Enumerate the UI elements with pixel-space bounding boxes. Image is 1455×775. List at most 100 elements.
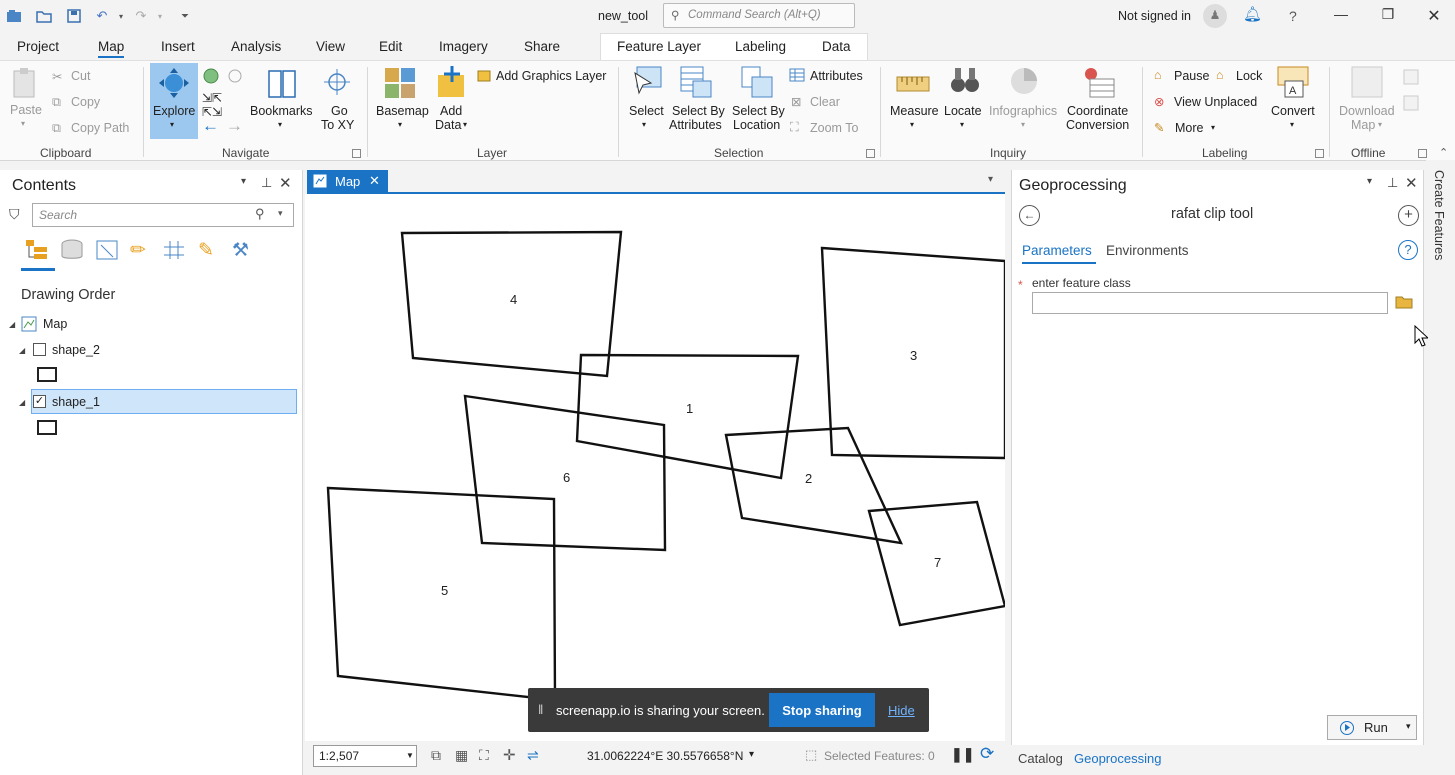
pause-button[interactable]: Pause <box>1174 69 1209 83</box>
contents-menu-icon[interactable]: ▾ <box>241 176 246 187</box>
clear-button[interactable]: Clear <box>810 95 840 109</box>
measure-button[interactable]: Measure <box>890 104 939 118</box>
select-by-attributes-icon[interactable] <box>679 65 713 102</box>
drag-handle-icon[interactable]: ‖ <box>538 702 543 717</box>
pause-drawing-icon[interactable]: ❚❚ <box>951 746 974 763</box>
select-button[interactable]: Select <box>629 104 664 118</box>
lock-button[interactable]: Lock <box>1236 69 1262 83</box>
more-button[interactable]: More <box>1175 121 1203 135</box>
shape-2-visibility-checkbox[interactable] <box>33 343 46 356</box>
goto-xy-button-line1[interactable]: Go <box>331 104 348 118</box>
help-button[interactable]: ? <box>1289 8 1297 24</box>
coordinate-conversion-icon[interactable] <box>1082 65 1116 102</box>
offline-launcher-icon[interactable] <box>1418 149 1427 158</box>
select-by-attributes-line1[interactable]: Select By <box>672 104 725 118</box>
tab-geoprocessing[interactable]: Geoprocessing <box>1074 751 1161 766</box>
shape-2-symbol[interactable] <box>37 367 57 382</box>
tab-view[interactable]: View <box>316 39 345 54</box>
convert-button[interactable]: Convert <box>1271 104 1315 118</box>
zoom-to-button[interactable]: Zoom To <box>810 121 858 135</box>
undo-dropdown-icon[interactable]: ▾ <box>116 7 126 25</box>
bookmarks-dropdown-icon[interactable]: ▾ <box>278 118 282 132</box>
add-graphics-layer-button[interactable]: Add Graphics Layer <box>496 69 606 83</box>
list-by-perspective-icon[interactable]: ⚒ <box>232 239 249 262</box>
selected-features-count[interactable]: Selected Features: 0 <box>824 749 935 763</box>
stop-sharing-button[interactable]: Stop sharing <box>769 693 875 727</box>
notification-bell-icon[interactable]: 🔔︎ <box>1243 5 1262 23</box>
infographics-button[interactable]: Infographics <box>989 104 1057 118</box>
more-dropdown-icon[interactable]: ▾ <box>1211 123 1215 132</box>
tab-environments[interactable]: Environments <box>1106 243 1189 258</box>
add-data-dropdown-icon[interactable]: ▾ <box>463 118 467 132</box>
select-by-attributes-line2[interactable]: Attributes <box>669 118 722 132</box>
list-by-labeling-icon[interactable]: ✎ <box>198 239 214 262</box>
map-extent-icon[interactable]: ⧉ <box>431 747 441 764</box>
map-canvas[interactable]: 4 3 1 6 2 7 5 <box>305 194 1005 741</box>
basemap-dropdown-icon[interactable]: ▾ <box>398 118 402 132</box>
select-by-location-line1[interactable]: Select By <box>732 104 785 118</box>
convert-dropdown-icon[interactable]: ▾ <box>1290 118 1294 132</box>
refresh-icon[interactable]: ⟳ <box>980 744 994 764</box>
tab-feature-layer[interactable]: Feature Layer <box>617 39 701 54</box>
scale-select[interactable]: 1:2,507 ▼ <box>313 745 417 767</box>
attributes-button[interactable]: Attributes <box>810 69 863 83</box>
add-data-icon[interactable] <box>436 65 468 102</box>
list-by-editing-icon[interactable]: ✏ <box>130 239 146 262</box>
close-contents-icon[interactable]: ✕ <box>279 174 292 192</box>
create-features-tab[interactable]: Create Features <box>1432 170 1446 260</box>
coordinate-format-dropdown-icon[interactable]: ▾ <box>749 749 754 760</box>
customize-qat-icon[interactable]: ⏷ <box>178 7 192 25</box>
infographics-dropdown-icon[interactable]: ▾ <box>1021 118 1025 132</box>
measure-dropdown-icon[interactable]: ▾ <box>910 118 914 132</box>
locate-button[interactable]: Locate <box>944 104 982 118</box>
tab-map[interactable]: Map <box>98 39 125 58</box>
pin-icon[interactable]: ⊥ <box>1387 175 1398 191</box>
tab-share[interactable]: Share <box>524 39 560 54</box>
locate-icon[interactable] <box>949 65 981 100</box>
download-map-icon[interactable] <box>1351 65 1383 102</box>
expand-map-icon[interactable]: ◢ <box>9 320 15 329</box>
next-extent-icon[interactable]: → <box>226 116 243 136</box>
browse-folder-icon[interactable] <box>1395 295 1413 312</box>
cut-button[interactable]: Cut <box>71 69 90 83</box>
undo-icon[interactable]: ↶ <box>94 7 110 25</box>
crosshair-icon[interactable]: ✛ <box>503 746 516 764</box>
labeling-launcher-icon[interactable] <box>1315 149 1324 158</box>
restore-button[interactable]: ❐ <box>1377 6 1399 26</box>
search-options-dropdown-icon[interactable]: ▾ <box>278 208 283 219</box>
redo-dropdown-icon[interactable]: ▾ <box>155 7 165 25</box>
view-unplaced-button[interactable]: View Unplaced <box>1174 95 1257 109</box>
paste-button[interactable]: Paste <box>10 103 42 117</box>
tab-parameters[interactable]: Parameters <box>1022 243 1092 258</box>
list-by-snapping-icon[interactable] <box>162 239 186 264</box>
geo-menu-icon[interactable]: ▾ <box>1367 176 1372 187</box>
basemap-icon[interactable] <box>384 67 416 102</box>
select-icon[interactable] <box>631 65 663 100</box>
tab-data[interactable]: Data <box>822 39 851 54</box>
expand-shape2-icon[interactable]: ◢ <box>19 346 25 355</box>
tab-catalog[interactable]: Catalog <box>1018 751 1063 766</box>
download-map-line2[interactable]: Map <box>1351 118 1375 132</box>
hide-link[interactable]: Hide <box>888 703 915 718</box>
map-tabs-dropdown-icon[interactable]: ▾ <box>988 174 993 185</box>
bookmarks-icon[interactable] <box>266 67 298 102</box>
previous-extent-icon[interactable]: ← <box>202 116 219 136</box>
zoom-in-icon[interactable]: ⇲⇱ <box>202 91 222 105</box>
tab-imagery[interactable]: Imagery <box>439 39 488 54</box>
tab-edit[interactable]: Edit <box>379 39 402 54</box>
select-dropdown-icon[interactable]: ▾ <box>642 118 646 132</box>
explore-dropdown-icon[interactable]: ▾ <box>170 118 174 132</box>
close-window-button[interactable]: ✕ <box>1423 6 1445 26</box>
goto-xy-icon[interactable] <box>322 67 352 100</box>
remove-offline-icon[interactable] <box>1403 95 1419 114</box>
add-data-line1[interactable]: Add <box>440 104 462 118</box>
copy-path-button[interactable]: Copy Path <box>71 121 129 135</box>
layer-shape-2[interactable]: shape_2 <box>52 343 100 357</box>
tab-project[interactable]: Project <box>17 39 59 54</box>
goto-xy-button-line2[interactable]: To XY <box>321 118 354 132</box>
close-map-tab-icon[interactable]: ✕ <box>369 173 380 189</box>
list-by-drawing-order-icon[interactable] <box>25 239 49 264</box>
save-icon[interactable] <box>66 7 82 25</box>
select-by-location-line2[interactable]: Location <box>733 118 780 132</box>
basemap-button[interactable]: Basemap <box>376 104 429 118</box>
